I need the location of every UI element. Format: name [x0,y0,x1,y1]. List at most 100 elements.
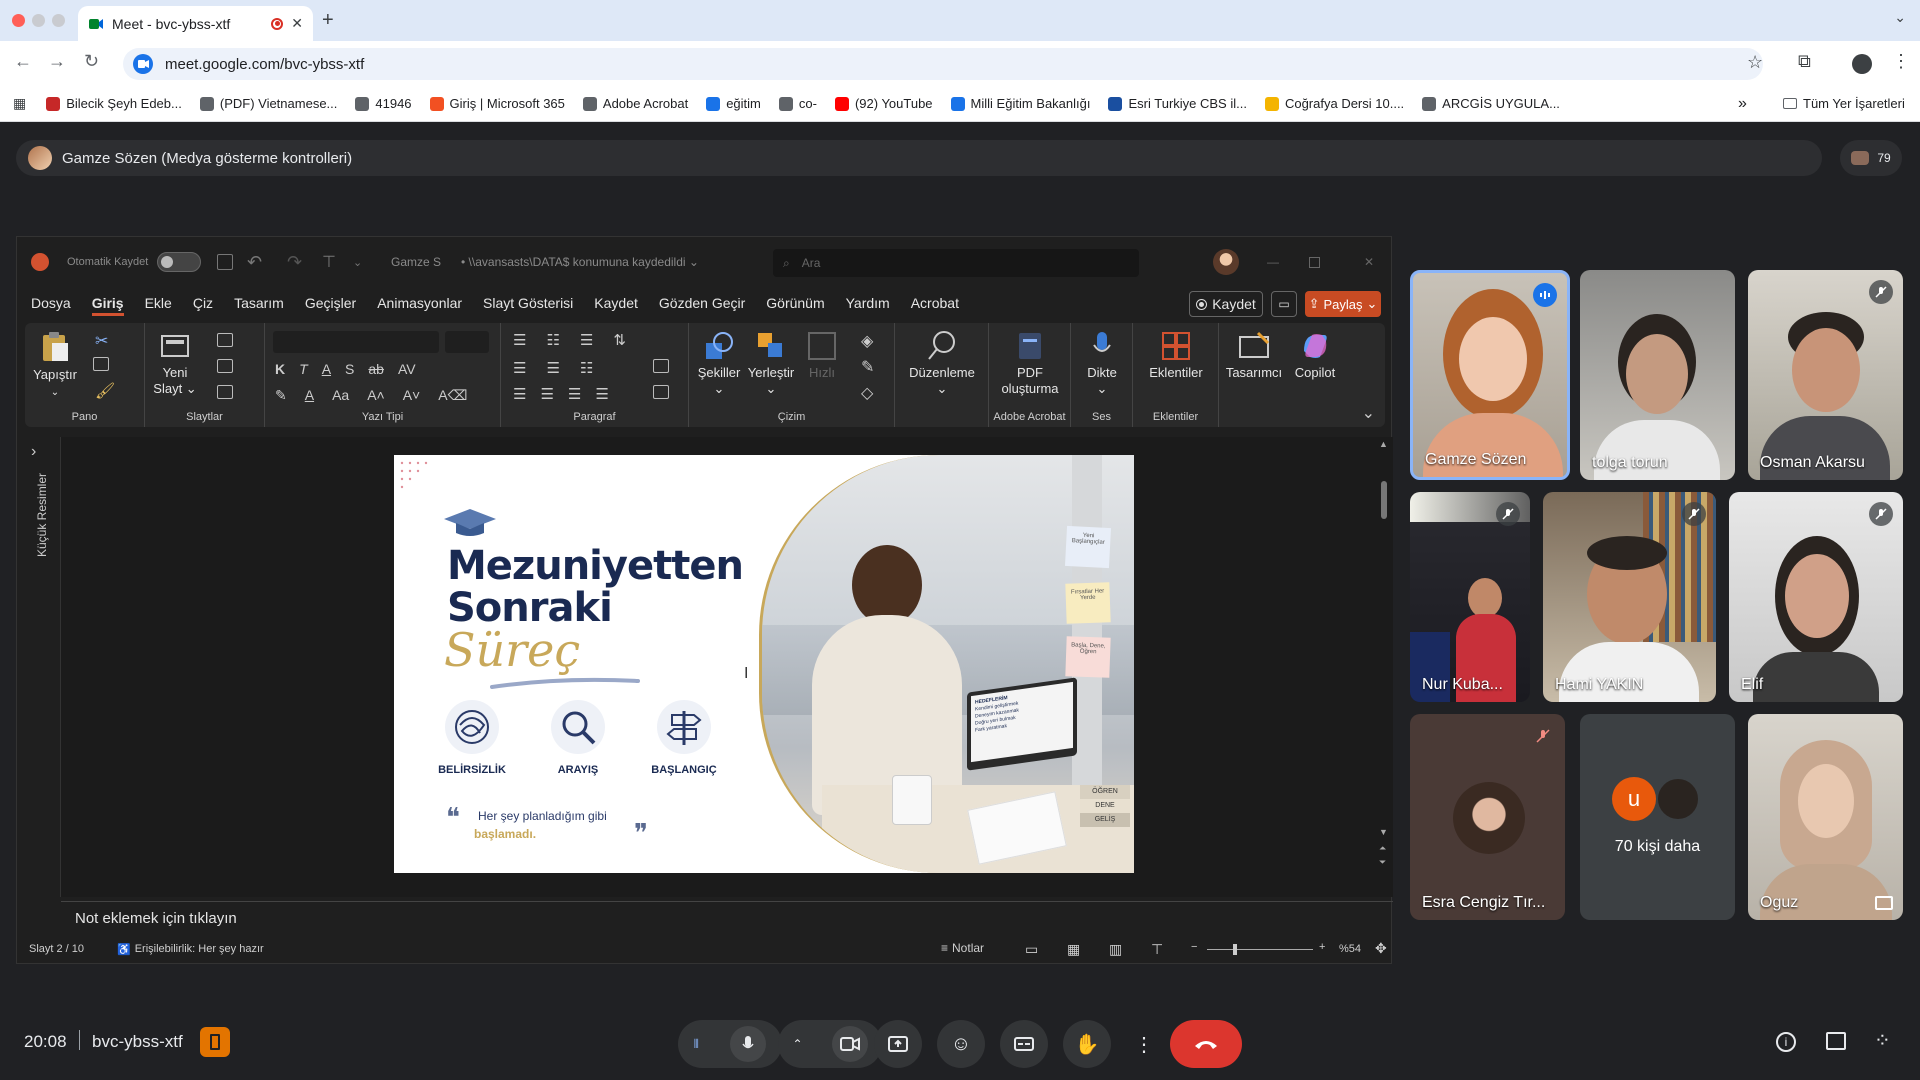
accessibility-status[interactable]: ♿ Erişilebilirlik: Her şey hazır [117,943,264,956]
bookmark-item[interactable]: Giriş | Microsoft 365 [429,96,565,111]
all-bookmarks[interactable]: Tüm Yer İşaretleri [1783,96,1905,111]
bookmark-item[interactable]: (PDF) Vietnamese... [199,96,337,111]
tab-search-icon[interactable]: ⌄ [1894,9,1906,26]
raise-hand-button[interactable]: ✋ [1063,1020,1111,1068]
shapes-button[interactable]: Şekiller ⌄ [695,331,743,397]
copy-icon[interactable] [93,357,109,371]
meeting-code[interactable]: bvc-ybss-xtf [92,1032,183,1052]
bookmark-item[interactable]: (92) YouTube [834,96,933,111]
decrease-indent-icon[interactable]: ☰ [513,359,526,377]
address-bar[interactable]: meet.google.com/bvc-ybss-xtf [123,48,1763,80]
shrink-font-icon[interactable]: A˅ [403,387,421,404]
numbering-icon[interactable]: ☷ [546,331,559,349]
dictate-button[interactable]: Dikte ⌄ [1077,331,1127,397]
addins-button[interactable]: Eklentiler [1139,331,1213,381]
bookmark-item[interactable]: 41946 [355,96,412,111]
new-slide-button[interactable]: Yeni Slayt ⌄ [149,331,201,397]
slide-canvas[interactable]: Mezuniyetten Sonraki Süreç BELİRSİZLİK A… [394,455,1134,873]
notes-pane[interactable]: Not eklemek için tıklayın [61,901,1393,931]
spacing-icon[interactable]: AV [398,361,416,377]
close-window-dot[interactable] [12,14,25,27]
browser-menu-icon[interactable]: ⋮ [1892,51,1910,72]
participant-tile-elif[interactable]: Elif [1729,492,1903,702]
leave-call-button[interactable] [1170,1020,1242,1068]
scroll-thumb[interactable] [1381,481,1387,519]
bookmark-overflow[interactable]: » [1738,95,1747,113]
close-icon[interactable]: ✕ [1364,255,1374,269]
ppt-menu-tab[interactable]: Görünüm [766,295,824,316]
cut-icon[interactable]: ✂ [95,331,108,351]
quick-styles-button[interactable]: Hızlı [799,331,845,381]
bookmark-item[interactable]: Esri Turkiye CBS il... [1108,96,1247,111]
audio-settings-icon[interactable]: ⦀ [694,1037,699,1052]
participant-tile-tolga[interactable]: tolga torun [1580,270,1735,480]
ppt-menu-tab[interactable]: Geçişler [305,295,356,316]
camera-toggle[interactable] [831,1026,868,1062]
bookmark-item[interactable]: Bilecik Şeyh Edeb... [46,96,182,111]
back-icon[interactable]: ← [14,51,32,72]
ppt-search-box[interactable]: ⌕ Ara [773,249,1139,277]
increase-indent-icon[interactable]: ☰ [546,359,559,377]
effects-icon[interactable]: ◇ [861,383,873,403]
slide-editor[interactable]: Mezuniyetten Sonraki Süreç BELİRSİZLİK A… [61,437,1393,897]
copilot-button[interactable]: Copilot [1287,331,1343,381]
text-direction-icon[interactable]: ⇅ [613,331,626,349]
autosave-toggle[interactable] [157,252,201,272]
font-name-box[interactable] [273,331,439,353]
ppt-menu-tab[interactable]: Yardım [846,295,890,316]
zoom-in-icon[interactable]: + [1319,941,1325,953]
align-left-icon[interactable]: ☰ [513,385,526,403]
account-avatar[interactable] [1213,249,1239,275]
create-pdf-button[interactable]: PDF oluşturma [993,331,1067,397]
bullets-icon[interactable]: ☰ [513,331,526,349]
align-text-icon[interactable] [653,359,669,373]
italic-icon[interactable]: T [299,361,308,377]
zoom-level[interactable]: %54 [1339,943,1361,955]
fill-icon[interactable]: ◈ [861,331,873,351]
restore-icon[interactable] [1309,256,1320,268]
video-settings-icon[interactable]: ⌃ [792,1037,802,1051]
slideshow-view-icon[interactable]: ⊤ [1151,941,1163,958]
qat-more-icon[interactable]: ⌄ [353,256,362,269]
close-tab-icon[interactable]: ✕ [291,15,303,32]
bookmark-star-icon[interactable]: ☆ [1747,52,1763,73]
ppt-menu-tab[interactable]: Ekle [145,295,172,316]
participant-tile-nur[interactable]: Nur Kuba... [1410,492,1530,702]
editing-button[interactable]: Düzenleme ⌄ [903,329,981,397]
present-button[interactable] [874,1020,922,1068]
meeting-info-icon[interactable]: i [1776,1032,1796,1052]
bookmark-item[interactable]: Coğrafya Dersi 10.... [1264,96,1404,111]
ppt-menu-tab[interactable]: Kaydet [594,295,638,316]
profile-avatar[interactable] [1852,54,1872,74]
ribbon-collapse-icon[interactable]: ⌄ [1362,403,1375,423]
comments-icon[interactable]: ▭ [1271,291,1297,317]
thumbnail-pane[interactable]: › Küçük Resimler [17,437,61,897]
section-icon[interactable] [217,385,233,399]
sorter-view-icon[interactable]: ▦ [1067,941,1080,958]
shadow-icon[interactable]: S [345,361,354,377]
more-participants-tile[interactable]: u 70 kişi daha [1580,714,1735,920]
bookmark-item[interactable]: eğitim [706,96,761,111]
case-icon[interactable]: Aa [332,387,349,404]
reset-icon[interactable] [217,359,233,373]
next-slide-icon[interactable]: ⏷ [1379,857,1386,868]
extensions-icon[interactable]: ⧉ [1798,51,1811,72]
activities-icon[interactable]: ⁘ [1874,1028,1891,1053]
participant-tile-esra[interactable]: Esra Cengiz Tır... [1410,714,1565,920]
bookmark-item[interactable]: ARCGİS UYGULA... [1422,96,1560,111]
columns-icon[interactable]: ☷ [580,359,593,377]
record-button[interactable]: Kaydet [1189,291,1263,317]
normal-view-icon[interactable]: ▭ [1025,941,1038,958]
reactions-button[interactable]: ☺ [937,1020,985,1068]
arrange-button[interactable]: Yerleştir ⌄ [745,331,797,397]
ppt-menu-tab[interactable]: Çiz [193,295,213,316]
redo-icon[interactable]: ↷ [287,252,302,273]
expand-thumbnails-icon[interactable]: › [31,443,36,461]
undo-icon[interactable]: ↶ [247,252,262,273]
minimize-icon[interactable]: — [1267,255,1279,269]
save-location[interactable]: • \\avansasts\DATA$ konumuna kaydedildi … [461,255,699,269]
font-color-icon[interactable]: A [305,387,314,404]
designer-button[interactable]: Tasarımcı [1225,331,1283,381]
outline-icon[interactable]: ✎ [861,357,874,377]
reload-icon[interactable]: ↻ [84,51,99,72]
